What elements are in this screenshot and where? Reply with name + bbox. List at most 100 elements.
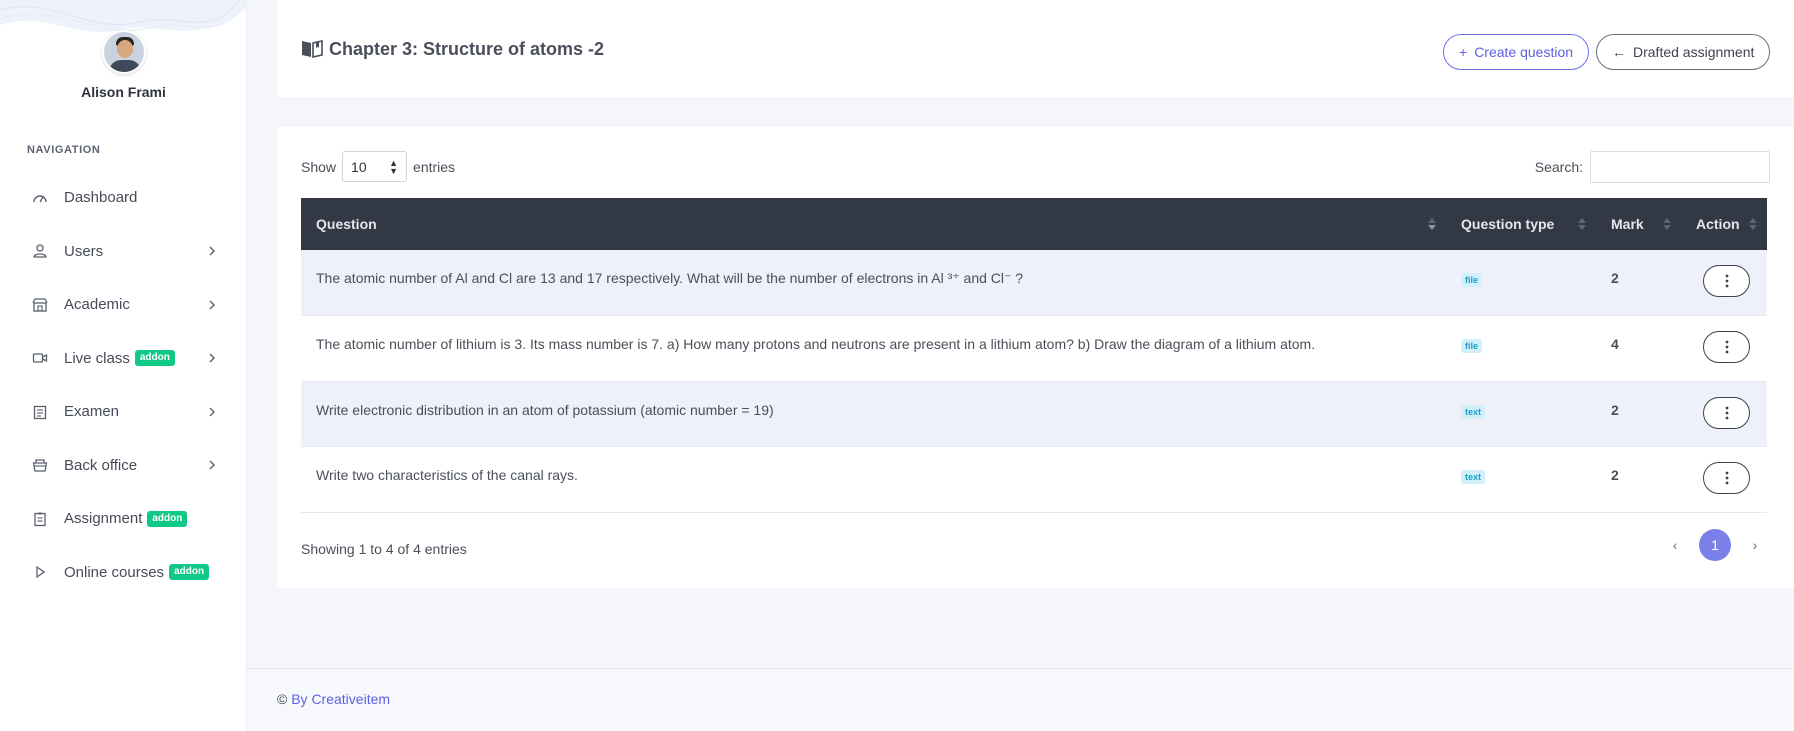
mark-cell: 2 — [1596, 446, 1681, 513]
entries-select[interactable]: 10 ▲ ▼ — [342, 151, 408, 182]
type-badge: text — [1461, 470, 1486, 484]
questions-table: Question Question type Mark Action The a… — [301, 198, 1767, 513]
drafted-assignment-button[interactable]: ← Drafted assignment — [1596, 34, 1771, 70]
nav-heading: NAVIGATION — [27, 144, 101, 156]
sidebar-item-academic[interactable]: Academic — [0, 278, 246, 332]
video-camera-icon — [32, 350, 48, 366]
sidebar-item-label: Live class — [64, 349, 130, 367]
dashboard-gauge-icon — [32, 190, 48, 206]
page-title-text: Chapter 3: Structure of atoms -2 — [329, 38, 605, 59]
column-header-action[interactable]: Action — [1681, 198, 1767, 250]
sidebar-item-assignment[interactable]: Assignment addon — [0, 492, 246, 546]
row-actions-button[interactable] — [1703, 265, 1750, 297]
table-row: The atomic number of Al and Cl are 13 an… — [301, 250, 1767, 316]
sort-icon — [1428, 218, 1436, 230]
sidebar-item-label: Academic — [64, 296, 130, 314]
sort-icon — [1578, 218, 1586, 230]
question-cell: The atomic number of Al and Cl are 13 an… — [301, 250, 1446, 316]
action-cell — [1681, 381, 1767, 447]
play-icon — [32, 564, 48, 580]
page-header: Chapter 3: Structure of atoms -2 + Creat… — [277, 0, 1794, 97]
pagination: ‹ 1 › — [1660, 529, 1770, 561]
sidebar-item-label: Assignment — [64, 510, 143, 528]
footer: © By Creativeitem — [247, 668, 1794, 731]
sidebar: Alison Frami NAVIGATION Dashboard Users … — [0, 0, 247, 731]
page-button-1[interactable]: 1 — [1699, 529, 1731, 561]
nav-list: Dashboard Users Academic Live class addo… — [0, 171, 246, 600]
arrow-left-icon: ← — [1612, 44, 1626, 60]
chevron-right-icon — [209, 246, 215, 256]
question-cell: Write two characteristics of the canal r… — [301, 446, 1446, 513]
more-vertical-icon — [1725, 340, 1728, 354]
action-cell — [1681, 250, 1767, 316]
sidebar-item-users[interactable]: Users — [0, 225, 246, 279]
table-header-row: Question Question type Mark Action — [301, 198, 1767, 250]
sidebar-item-label: Back office — [64, 456, 138, 474]
entries-summary: Showing 1 to 4 of 4 entries — [301, 541, 467, 557]
sidebar-item-dashboard[interactable]: Dashboard — [0, 171, 246, 225]
avatar[interactable] — [101, 30, 146, 74]
table-row: Write electronic distribution in an atom… — [301, 381, 1767, 447]
chevron-right-icon — [209, 407, 215, 417]
type-badge: text — [1461, 404, 1486, 419]
plus-icon: + — [1459, 44, 1468, 60]
row-actions-button[interactable] — [1703, 462, 1750, 494]
clipboard-icon — [32, 404, 48, 420]
sidebar-item-examen[interactable]: Examen — [0, 385, 246, 439]
chevron-right-icon — [209, 460, 215, 470]
addon-badge: addon — [147, 510, 188, 527]
sidebar-item-back-office[interactable]: Back office — [0, 439, 246, 493]
page-title: Chapter 3: Structure of atoms -2 — [301, 38, 604, 60]
mark-cell: 4 — [1596, 315, 1681, 382]
user-profile[interactable]: Alison Frami — [0, 30, 246, 100]
type-badge: file — [1461, 339, 1483, 353]
addon-badge: addon — [134, 350, 175, 367]
type-badge: file — [1461, 273, 1483, 287]
chevron-right-icon — [209, 353, 215, 363]
profile-name: Alison Frami — [81, 84, 166, 100]
open-book-icon — [302, 40, 323, 58]
sidebar-item-label: Online courses — [64, 563, 165, 581]
question-cell: Write electronic distribution in an atom… — [301, 381, 1446, 447]
sort-icon — [1749, 218, 1757, 230]
action-cell — [1681, 446, 1767, 513]
question-cell: The atomic number of lithium is 3. Its m… — [301, 315, 1446, 382]
footer-link[interactable]: By Creativeitem — [291, 691, 390, 707]
row-actions-button[interactable] — [1703, 331, 1750, 363]
checklist-icon — [32, 511, 48, 527]
create-question-button[interactable]: + Create question — [1443, 34, 1590, 70]
user-icon — [32, 243, 48, 259]
prev-page-button[interactable]: ‹ — [1660, 537, 1690, 553]
basket-icon — [32, 457, 48, 473]
table-row: Write two characteristics of the canal r… — [301, 446, 1767, 513]
question-type-cell: text — [1446, 381, 1596, 447]
sort-icon — [1663, 218, 1671, 230]
sidebar-item-label: Examen — [64, 403, 120, 421]
search-area: Search: — [1535, 151, 1770, 183]
question-type-cell: text — [1446, 446, 1596, 513]
search-input[interactable] — [1590, 151, 1770, 183]
search-label: Search: — [1534, 159, 1583, 175]
row-actions-button[interactable] — [1703, 396, 1750, 429]
select-arrows-icon: ▲ ▼ — [389, 157, 399, 176]
sidebar-item-live-class[interactable]: Live class addon — [0, 332, 246, 386]
show-entries: Show 10 ▲ ▼ entries — [301, 151, 455, 182]
question-type-cell: file — [1446, 250, 1596, 316]
more-vertical-icon — [1725, 406, 1728, 419]
chevron-right-icon — [209, 300, 215, 310]
next-page-button[interactable]: › — [1740, 537, 1770, 553]
question-type-cell: file — [1446, 315, 1596, 382]
action-cell — [1681, 315, 1767, 382]
mark-cell: 2 — [1596, 381, 1681, 447]
sidebar-item-online-courses[interactable]: Online courses addon — [0, 546, 246, 600]
column-header-mark[interactable]: Mark — [1596, 198, 1681, 250]
addon-badge: addon — [169, 564, 210, 581]
table-row: The atomic number of lithium is 3. Its m… — [301, 315, 1767, 382]
mark-cell: 2 — [1596, 250, 1681, 316]
sidebar-item-label: Users — [64, 242, 104, 260]
column-header-question[interactable]: Question — [301, 198, 1446, 250]
more-vertical-icon — [1725, 471, 1728, 485]
school-icon — [32, 297, 48, 313]
column-header-question-type[interactable]: Question type — [1446, 198, 1596, 250]
sidebar-item-label: Dashboard — [64, 189, 138, 207]
